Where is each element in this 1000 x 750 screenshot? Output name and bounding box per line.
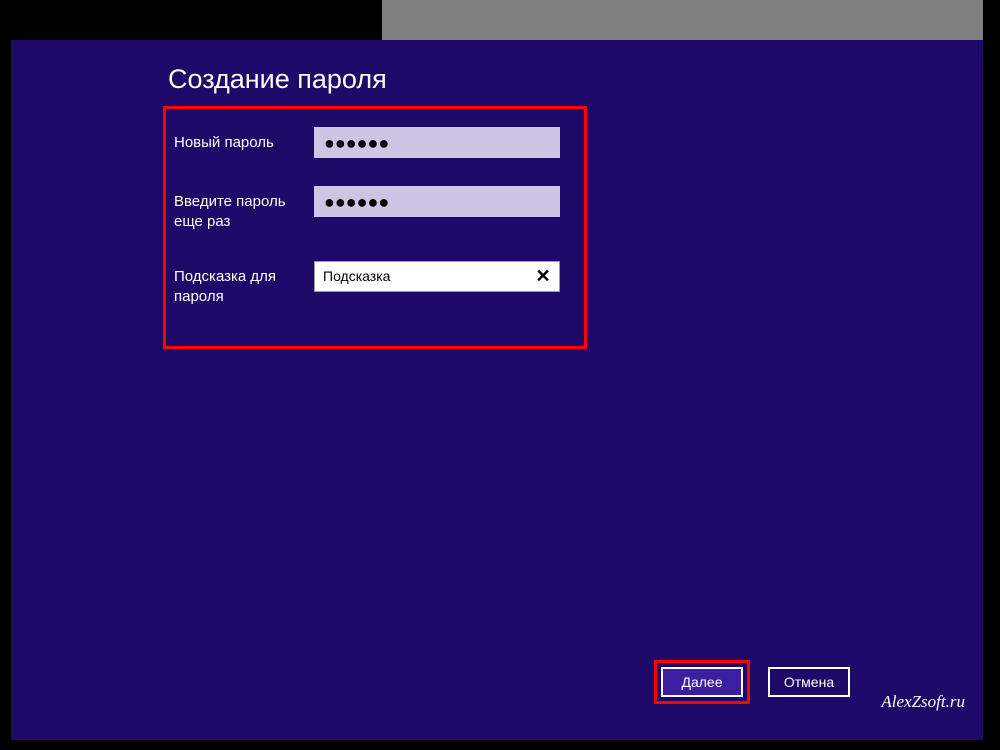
- new-password-label: Новый пароль: [174, 127, 314, 153]
- next-highlight-box: Далее: [654, 660, 750, 704]
- background-stripe: [382, 0, 983, 40]
- hint-label: Подсказка для пароля: [174, 261, 314, 308]
- password-mask: ●●●●●●: [324, 134, 389, 152]
- create-password-dialog: Создание пароля Новый пароль ●●●●●● Введ…: [11, 40, 983, 740]
- form-highlight-box: Новый пароль ●●●●●● Введите пароль еще р…: [163, 106, 587, 349]
- hint-row: Подсказка для пароля ✕: [166, 261, 584, 308]
- next-button[interactable]: Далее: [661, 667, 743, 697]
- password-mask: ●●●●●●: [324, 193, 389, 211]
- new-password-input[interactable]: ●●●●●●: [314, 127, 560, 158]
- confirm-password-row: Введите пароль еще раз ●●●●●●: [166, 186, 584, 233]
- button-row: Далее Отмена: [654, 660, 850, 704]
- cancel-button[interactable]: Отмена: [768, 667, 850, 697]
- confirm-password-label: Введите пароль еще раз: [174, 186, 314, 233]
- confirm-password-input[interactable]: ●●●●●●: [314, 186, 560, 217]
- page-title: Создание пароля: [168, 64, 387, 95]
- new-password-row: Новый пароль ●●●●●●: [166, 127, 584, 158]
- hint-input-wrapper: ✕: [314, 261, 560, 292]
- watermark: AlexZsoft.ru: [881, 692, 965, 712]
- clear-icon[interactable]: ✕: [533, 266, 553, 286]
- hint-input[interactable]: [323, 268, 533, 284]
